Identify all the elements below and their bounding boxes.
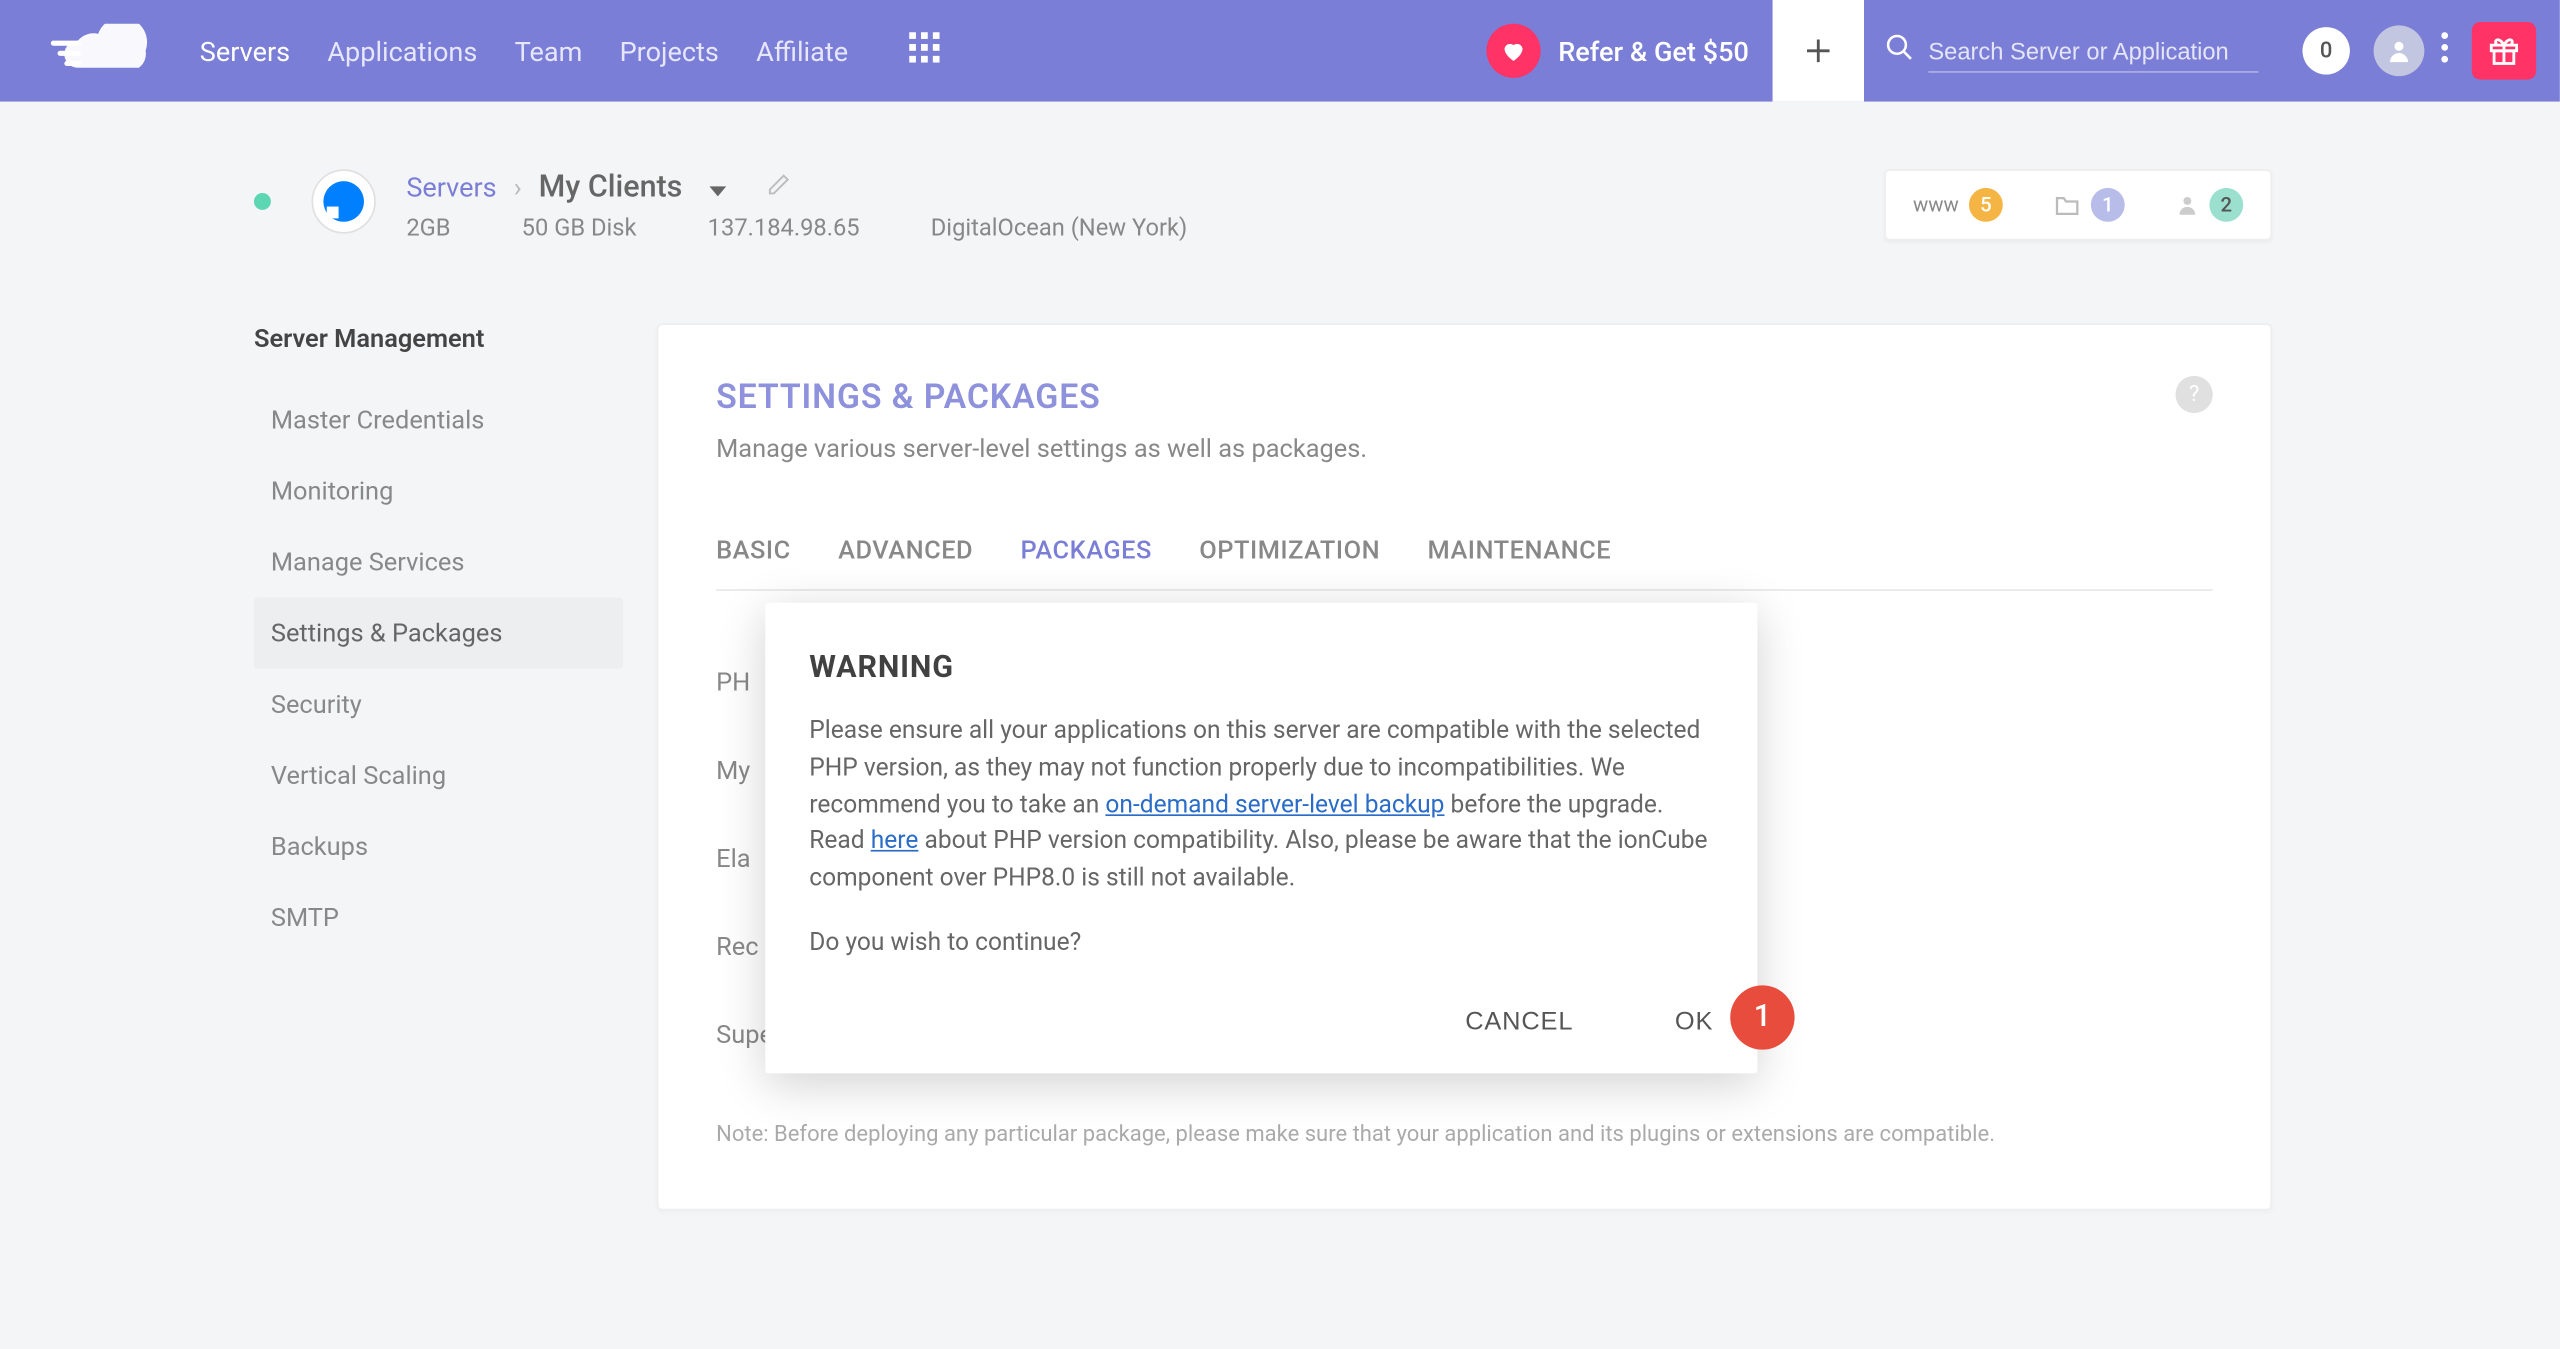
server-ram: 2GB bbox=[406, 215, 450, 242]
sidebar-item-security[interactable]: Security bbox=[254, 669, 623, 740]
www-label: www bbox=[1913, 193, 1959, 217]
search-icon bbox=[1884, 32, 1914, 69]
tab-advanced[interactable]: ADVANCED bbox=[838, 535, 973, 589]
cancel-button[interactable]: CANCEL bbox=[1465, 1007, 1573, 1036]
backup-link[interactable]: on-demand server-level backup bbox=[1105, 790, 1444, 819]
nav-team[interactable]: Team bbox=[515, 35, 583, 67]
breadcrumb: Servers › My Clients bbox=[406, 169, 1187, 205]
nav-servers[interactable]: Servers bbox=[200, 35, 290, 67]
status-dot bbox=[254, 193, 271, 210]
users-count: 2 bbox=[2209, 188, 2243, 222]
modal-title: WARNING bbox=[809, 650, 1713, 686]
sidebar-item-vertical-scaling[interactable]: Vertical Scaling bbox=[254, 740, 623, 811]
server-provider: DigitalOcean (New York) bbox=[931, 215, 1188, 242]
nav-applications[interactable]: Applications bbox=[327, 35, 477, 67]
server-disk: 50 GB Disk bbox=[522, 215, 637, 242]
annotation-badge: 1 bbox=[1730, 985, 1794, 1049]
logo[interactable] bbox=[47, 24, 152, 78]
panel-title: SETTINGS & PACKAGES bbox=[716, 376, 2213, 417]
nav-affiliate[interactable]: Affiliate bbox=[756, 35, 848, 67]
nav-projects[interactable]: Projects bbox=[620, 35, 719, 67]
notification-count[interactable]: 0 bbox=[2302, 27, 2349, 74]
tab-packages[interactable]: PACKAGES bbox=[1021, 535, 1152, 589]
www-count: 5 bbox=[1969, 188, 2003, 222]
topbar: Servers Applications Team Projects Affil… bbox=[0, 0, 2560, 102]
projects-count: 1 bbox=[2091, 188, 2125, 222]
tabs: BASIC ADVANCED PACKAGES OPTIMIZATION MAI… bbox=[716, 535, 2213, 591]
sidebar-item-backups[interactable]: Backups bbox=[254, 811, 623, 882]
search-input[interactable] bbox=[1928, 30, 2258, 72]
sidebar-item-smtp[interactable]: SMTP bbox=[254, 882, 623, 953]
stat-users[interactable]: 2 bbox=[2176, 188, 2244, 222]
sidebar-item-master-credentials[interactable]: Master Credentials bbox=[254, 384, 623, 455]
server-name: My Clients bbox=[539, 169, 683, 205]
apps-grid-icon[interactable] bbox=[909, 32, 939, 69]
sidebar-item-settings-packages[interactable]: Settings & Packages bbox=[254, 598, 623, 669]
heart-icon bbox=[1487, 24, 1541, 78]
caret-down-icon[interactable] bbox=[709, 171, 726, 203]
provider-logo bbox=[312, 169, 376, 233]
refer-label: Refer & Get $50 bbox=[1558, 35, 1749, 67]
folder-icon bbox=[2054, 193, 2081, 217]
sidebar: Server Management Master Credentials Mon… bbox=[254, 323, 623, 1210]
refer-link[interactable]: Refer & Get $50 bbox=[1487, 24, 1749, 78]
panel-subtitle: Manage various server-level settings as … bbox=[716, 433, 2213, 463]
server-stats: www 5 1 2 bbox=[1884, 169, 2272, 240]
tab-optimization[interactable]: OPTIMIZATION bbox=[1199, 535, 1380, 589]
crumb-servers[interactable]: Servers bbox=[406, 171, 496, 203]
stat-projects[interactable]: 1 bbox=[2054, 188, 2125, 222]
avatar[interactable] bbox=[2374, 25, 2425, 76]
sidebar-item-monitoring[interactable]: Monitoring bbox=[254, 455, 623, 526]
warning-modal: WARNING Please ensure all your applicati… bbox=[765, 603, 1757, 1073]
sidebar-item-manage-services[interactable]: Manage Services bbox=[254, 527, 623, 598]
tab-basic[interactable]: BASIC bbox=[716, 535, 791, 589]
add-button[interactable] bbox=[1773, 0, 1864, 102]
here-link[interactable]: here bbox=[871, 827, 919, 856]
search-area bbox=[1864, 30, 2279, 72]
kebab-menu-icon[interactable] bbox=[2441, 32, 2448, 69]
help-icon[interactable]: ? bbox=[2176, 376, 2213, 413]
user-icon bbox=[2176, 191, 2200, 218]
tab-maintenance[interactable]: MAINTENANCE bbox=[1428, 535, 1612, 589]
modal-body: Please ensure all your applications on t… bbox=[809, 713, 1713, 897]
edit-icon[interactable] bbox=[767, 171, 791, 203]
gift-button[interactable] bbox=[2472, 22, 2536, 80]
modal-text: about PHP version compatibility. Also, p… bbox=[809, 827, 1707, 893]
chevron-right-icon: › bbox=[514, 171, 522, 203]
server-header: Servers › My Clients 2GB 50 GB Disk 137.… bbox=[254, 169, 2272, 242]
stat-www[interactable]: www 5 bbox=[1913, 188, 2003, 222]
modal-question: Do you wish to continue? bbox=[809, 927, 1713, 956]
sidebar-title: Server Management bbox=[254, 323, 623, 353]
nav-links: Servers Applications Team Projects Affil… bbox=[200, 35, 848, 67]
panel-note: Note: Before deploying any particular pa… bbox=[716, 1122, 2213, 1147]
ok-button[interactable]: OK bbox=[1675, 1007, 1713, 1036]
server-ip: 137.184.98.65 bbox=[708, 215, 860, 242]
